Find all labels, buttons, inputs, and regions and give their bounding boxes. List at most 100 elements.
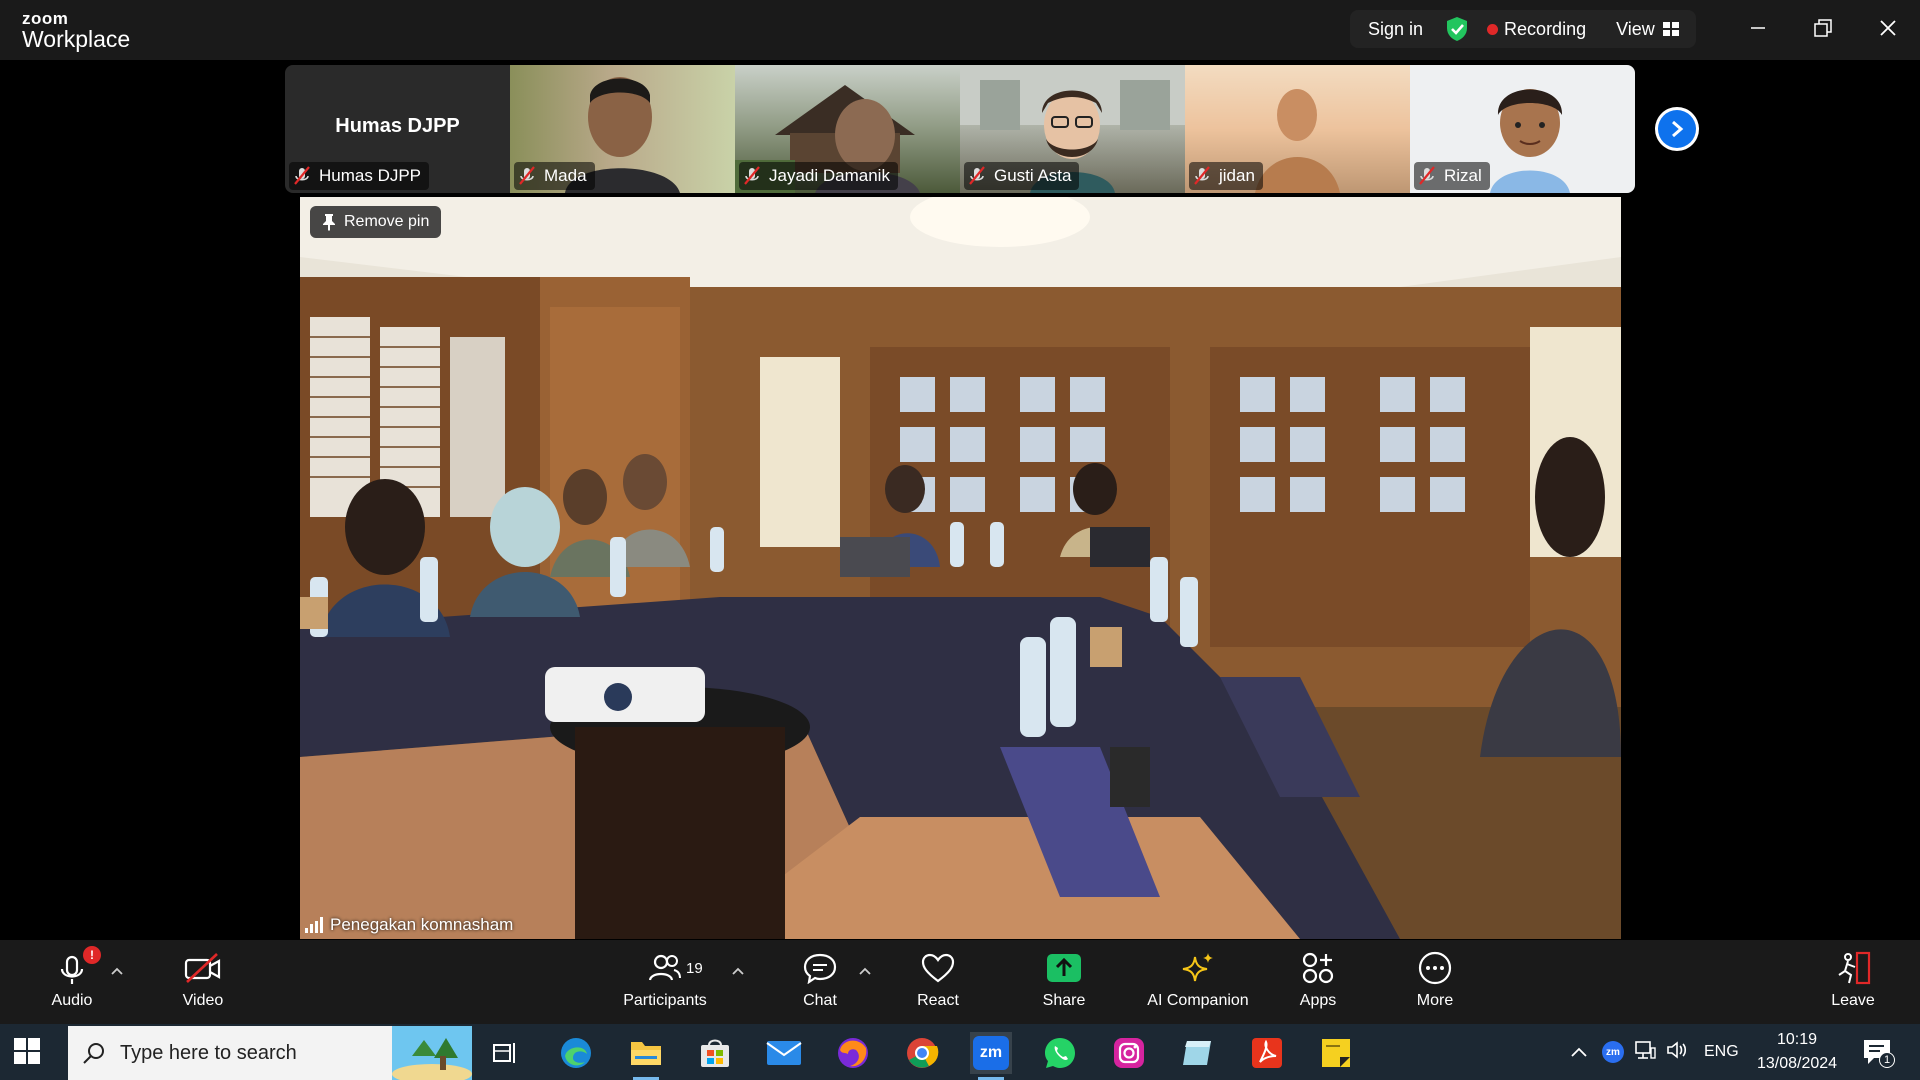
ai-companion-button[interactable]: AI Companion bbox=[1140, 946, 1256, 1020]
volume-button[interactable] bbox=[1666, 1040, 1688, 1065]
sign-in-button[interactable]: Sign in bbox=[1368, 19, 1423, 40]
participant-name-tag: Mada bbox=[514, 162, 595, 190]
title-bar: zoom Workplace Sign in Recording View bbox=[0, 0, 1920, 60]
video-icon-wrap bbox=[184, 946, 222, 990]
recording-label[interactable]: Recording bbox=[1504, 19, 1586, 40]
mic-muted-icon bbox=[519, 166, 535, 185]
mic-muted-icon bbox=[294, 166, 310, 185]
participant-name: Rizal bbox=[1444, 166, 1482, 185]
share-screen-icon bbox=[1047, 954, 1081, 982]
participant-name: jidan bbox=[1219, 166, 1255, 185]
input-language[interactable]: ENG bbox=[1704, 1043, 1739, 1061]
chevron-up-icon bbox=[1571, 1047, 1587, 1057]
zoom-app-label: zm bbox=[979, 1044, 1003, 1061]
participants-button[interactable]: Participants bbox=[620, 946, 710, 1020]
participants-label: Participants bbox=[623, 992, 707, 1009]
task-view-button[interactable] bbox=[484, 1032, 526, 1074]
recording-dot-icon bbox=[1487, 23, 1499, 35]
leave-label: Leave bbox=[1831, 992, 1875, 1009]
grid-icon bbox=[1662, 22, 1679, 36]
ai-companion-icon-wrap bbox=[1181, 946, 1215, 990]
notes-app-icon bbox=[1183, 1041, 1211, 1065]
participant-thumbnail[interactable]: Jayadi Damanik bbox=[735, 65, 960, 193]
chevron-up-icon bbox=[859, 967, 871, 975]
chat-options-caret[interactable] bbox=[857, 964, 873, 978]
apps-icon-wrap bbox=[1302, 946, 1334, 990]
pinned-video[interactable]: Remove pin Penegakan komnasham bbox=[300, 197, 1621, 939]
chat-button[interactable]: Chat bbox=[795, 946, 845, 1020]
restore-button[interactable] bbox=[1805, 12, 1841, 44]
leave-door-icon bbox=[1838, 951, 1871, 985]
taskbar-app-zoom[interactable]: zm bbox=[970, 1032, 1012, 1080]
chat-icon bbox=[803, 953, 837, 984]
chevron-right-icon bbox=[1672, 120, 1684, 138]
remove-pin-label: Remove pin bbox=[344, 213, 430, 230]
next-page-button[interactable] bbox=[1655, 107, 1699, 151]
chat-label: Chat bbox=[803, 992, 837, 1009]
meeting-toolbar: ! Audio Video Participants 19 Chat React bbox=[0, 940, 1920, 1024]
participant-thumbnail[interactable]: Humas DJPP Humas DJPP bbox=[285, 65, 510, 193]
show-hidden-icons-button[interactable] bbox=[1568, 1047, 1590, 1057]
participants-options-caret[interactable] bbox=[730, 964, 746, 978]
participant-thumbnail[interactable]: Gusti Asta bbox=[960, 65, 1185, 193]
leave-button[interactable]: Leave bbox=[1828, 946, 1878, 1020]
audio-options-caret[interactable] bbox=[109, 964, 125, 978]
taskbar-app-whatsapp[interactable] bbox=[1039, 1032, 1081, 1074]
task-view-icon bbox=[493, 1043, 515, 1063]
chrome-icon bbox=[907, 1038, 939, 1068]
more-button[interactable]: More bbox=[1410, 946, 1460, 1020]
participant-thumbnail[interactable]: Rizal bbox=[1410, 65, 1635, 193]
remove-pin-button[interactable]: Remove pin bbox=[310, 206, 442, 238]
taskbar-app-chrome[interactable] bbox=[901, 1032, 943, 1074]
taskbar-app-acrobat[interactable] bbox=[1246, 1032, 1288, 1074]
react-label: React bbox=[917, 992, 959, 1009]
share-button[interactable]: Share bbox=[1038, 946, 1090, 1020]
encryption-shield-icon[interactable] bbox=[1445, 16, 1469, 42]
audio-warning-badge: ! bbox=[83, 946, 101, 964]
taskbar-app-instagram[interactable] bbox=[1108, 1032, 1150, 1074]
video-button[interactable]: Video bbox=[178, 946, 228, 1020]
taskbar-app-mail[interactable] bbox=[763, 1032, 805, 1074]
participant-name: Mada bbox=[544, 166, 587, 185]
store-icon bbox=[701, 1039, 729, 1067]
audio-button[interactable]: ! Audio bbox=[46, 946, 101, 1020]
start-button[interactable] bbox=[14, 1038, 40, 1069]
notification-center-button[interactable]: 1 bbox=[1862, 1038, 1896, 1068]
taskbar-app-sticky-notes[interactable] bbox=[1315, 1032, 1357, 1074]
whatsapp-icon bbox=[1045, 1038, 1075, 1068]
participant-name-tag: Jayadi Damanik bbox=[739, 162, 898, 190]
search-highlight-illustration-icon bbox=[392, 1026, 472, 1080]
participant-thumbnail-strip: Humas DJPP Humas DJPP Mada Jayadi Damani… bbox=[285, 65, 1635, 193]
participant-name-tag: Gusti Asta bbox=[964, 162, 1080, 190]
logo-workplace-text: Workplace bbox=[22, 26, 131, 52]
notification-count: 1 bbox=[1879, 1052, 1895, 1068]
audio-label: Audio bbox=[51, 992, 93, 1009]
minimize-button[interactable] bbox=[1740, 12, 1776, 44]
taskbar-app-file-explorer[interactable] bbox=[625, 1032, 667, 1080]
view-label: View bbox=[1616, 18, 1655, 39]
instagram-icon bbox=[1114, 1038, 1144, 1068]
zoom-app-icon: zm bbox=[973, 1036, 1009, 1070]
close-button[interactable] bbox=[1870, 12, 1906, 44]
taskbar-app-firefox[interactable] bbox=[832, 1032, 874, 1074]
taskbar-clock[interactable]: 10:19 13/08/2024 bbox=[1750, 1028, 1844, 1076]
restore-icon bbox=[1814, 19, 1832, 37]
taskbar-app-store[interactable] bbox=[694, 1032, 736, 1074]
pdf-reader-icon bbox=[1252, 1038, 1282, 1068]
mic-muted-icon bbox=[1419, 166, 1435, 185]
taskbar-app-edge[interactable] bbox=[555, 1032, 597, 1074]
network-button[interactable] bbox=[1634, 1040, 1656, 1065]
tray-zoom-icon[interactable]: zm bbox=[1602, 1041, 1624, 1063]
taskbar-search-box[interactable]: Type here to search bbox=[68, 1026, 472, 1080]
participant-thumbnail[interactable]: Mada bbox=[510, 65, 735, 193]
taskbar-app-notes[interactable] bbox=[1177, 1032, 1219, 1074]
participant-center-name: Humas DJPP bbox=[335, 114, 460, 137]
next-page-inner bbox=[1658, 110, 1696, 148]
participant-thumbnail[interactable]: jidan bbox=[1185, 65, 1410, 193]
view-button[interactable]: View bbox=[1616, 19, 1679, 40]
react-button[interactable]: React bbox=[912, 946, 964, 1020]
clock-date: 13/08/2024 bbox=[1756, 1055, 1838, 1072]
signal-strength-icon bbox=[305, 917, 323, 933]
apps-button[interactable]: Apps bbox=[1294, 946, 1342, 1020]
share-icon-wrap bbox=[1046, 946, 1082, 990]
